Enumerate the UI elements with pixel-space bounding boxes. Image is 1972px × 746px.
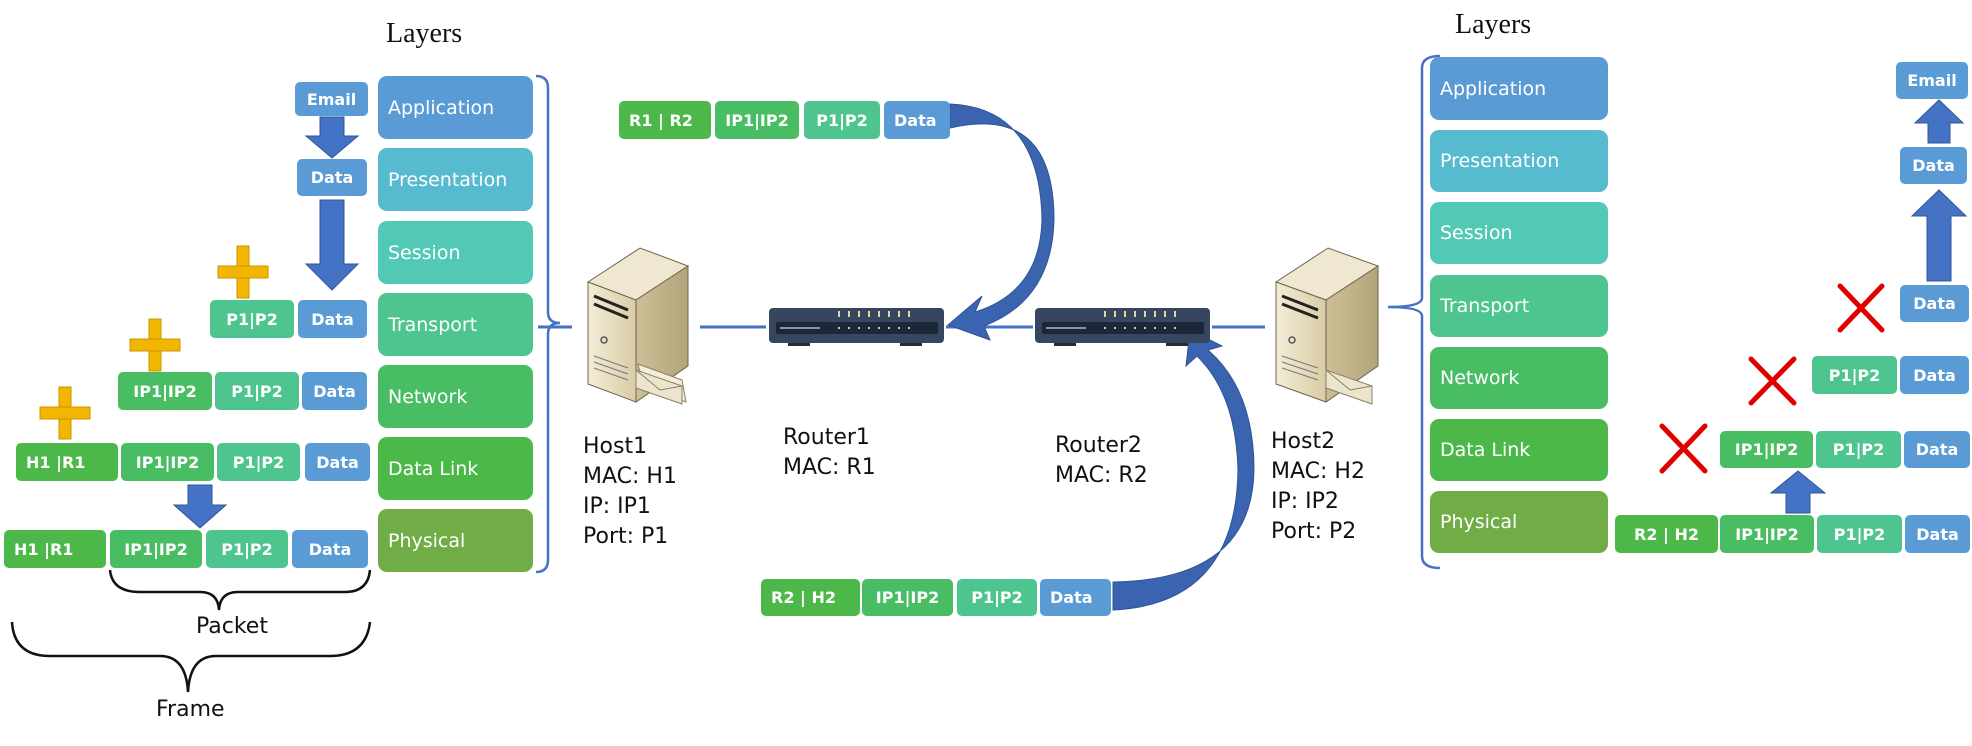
encap-data-chip: Data [297, 159, 367, 196]
cross-icon [1837, 283, 1885, 333]
data-chip: Data [884, 101, 950, 139]
cross-icon [1748, 356, 1797, 406]
mac-header-chip: R2 | H2 [1615, 515, 1718, 553]
host1-mac: MAC: H1 [583, 464, 677, 489]
host1-name: Host1 [583, 434, 648, 459]
data-chip: Data [292, 530, 368, 568]
left-layer-presentation: Presentation [378, 148, 533, 211]
router1-mac: MAC: R1 [783, 455, 876, 480]
plus-icon [39, 386, 91, 440]
left-layer-application: Application [378, 76, 533, 139]
mac-header-chip: R1 | R2 [619, 101, 711, 139]
data-chip: Data [1900, 285, 1969, 322]
plus-icon [217, 245, 269, 299]
left-layer-data-link: Data Link [378, 437, 533, 500]
right-layer-physical: Physical [1430, 491, 1608, 553]
plus-icon [129, 318, 181, 372]
curved-arrow-to-router1 [947, 103, 1055, 341]
data-chip: Data [1900, 356, 1969, 394]
host1-port: Port: P1 [583, 524, 669, 549]
port-header-chip: P1|P2 [1812, 356, 1897, 394]
right-layer-presentation: Presentation [1430, 130, 1608, 192]
arrow-down-email-to-data [304, 116, 360, 159]
port-header-chip: P1|P2 [206, 530, 288, 568]
router2-name: Router2 [1055, 433, 1142, 458]
right-layer-network: Network [1430, 347, 1608, 409]
port-header-chip: P1|P2 [215, 372, 299, 410]
host1-label: Host1 MAC: H1 IP: IP1 Port: P1 [583, 432, 677, 552]
encap-email-chip: Email [295, 82, 368, 116]
arrow-down-datalink-to-physical [172, 484, 228, 529]
port-header-chip: P1|P2 [217, 443, 300, 481]
data-chip: Data [1040, 579, 1111, 616]
ip-header-chip: IP1|IP2 [862, 579, 953, 616]
right-layers-title: Layers [1455, 9, 1532, 40]
cross-icon [1659, 423, 1708, 474]
data-chip: Data [298, 300, 367, 338]
left-layer-physical: Physical [378, 509, 533, 572]
arrow-up-data-to-email [1913, 99, 1965, 144]
port-header-chip: P1|P2 [1816, 431, 1901, 468]
packet-brace [108, 569, 372, 611]
port-header-chip: P1|P2 [1817, 515, 1902, 553]
right-layer-application: Application [1430, 57, 1608, 120]
data-chip: Data [305, 443, 370, 481]
arrow-down-data-to-transport [304, 199, 360, 291]
router-icon [1035, 308, 1210, 346]
port-header-chip: P1|P2 [804, 101, 880, 139]
frame-brace [10, 621, 372, 693]
data-chip: Data [1905, 515, 1970, 553]
packet-label: Packet [196, 614, 268, 639]
data-chip: Data [1904, 431, 1970, 468]
arrow-up-physical-to-datalink [1769, 470, 1827, 514]
left-layer-network: Network [378, 365, 533, 428]
decap-email-chip: Email [1896, 62, 1968, 99]
data-chip: Data [302, 372, 367, 410]
router-icon [769, 308, 944, 346]
host2-mac: MAC: H2 [1271, 459, 1365, 484]
ip-header-chip: IP1|IP2 [118, 372, 212, 410]
host2-name: Host2 [1271, 429, 1336, 454]
mac-header-chip: H1 |R1 [16, 443, 118, 481]
right-layer-session: Session [1430, 202, 1608, 264]
server-icon [1274, 247, 1380, 405]
left-layers-title: Layers [386, 18, 463, 49]
host2-ip: IP: IP2 [1271, 489, 1339, 514]
ip-header-chip: IP1|IP2 [121, 443, 214, 481]
mac-header-chip: R2 | H2 [761, 579, 860, 616]
router2-mac: MAC: R2 [1055, 463, 1148, 488]
frame-label: Frame [156, 697, 225, 722]
left-layer-transport: Transport [378, 293, 533, 356]
ip-header-chip: IP1|IP2 [1720, 515, 1814, 553]
host1-ip: IP: IP1 [583, 494, 651, 519]
port-header-chip: P1|P2 [957, 579, 1037, 616]
right-layer-transport: Transport [1430, 275, 1608, 337]
host2-label: Host2 MAC: H2 IP: IP2 Port: P2 [1271, 427, 1365, 547]
left-layers-brace [535, 74, 561, 574]
left-layer-session: Session [378, 221, 533, 284]
server-icon [586, 247, 690, 405]
ip-header-chip: IP1|IP2 [1720, 431, 1813, 468]
port-header-chip: P1|P2 [210, 300, 294, 338]
decap-data-chip: Data [1900, 147, 1967, 184]
router1-label: Router1 MAC: R1 [783, 423, 876, 483]
router1-name: Router1 [783, 425, 870, 450]
mac-header-chip: H1 |R1 [4, 530, 106, 568]
ip-header-chip: IP1|IP2 [110, 530, 202, 568]
ip-header-chip: IP1|IP2 [715, 101, 799, 139]
host2-port: Port: P2 [1271, 519, 1357, 544]
arrow-up-transport-to-data [1910, 189, 1968, 282]
right-layer-data-link: Data Link [1430, 419, 1608, 481]
router2-label: Router2 MAC: R2 [1055, 431, 1148, 491]
